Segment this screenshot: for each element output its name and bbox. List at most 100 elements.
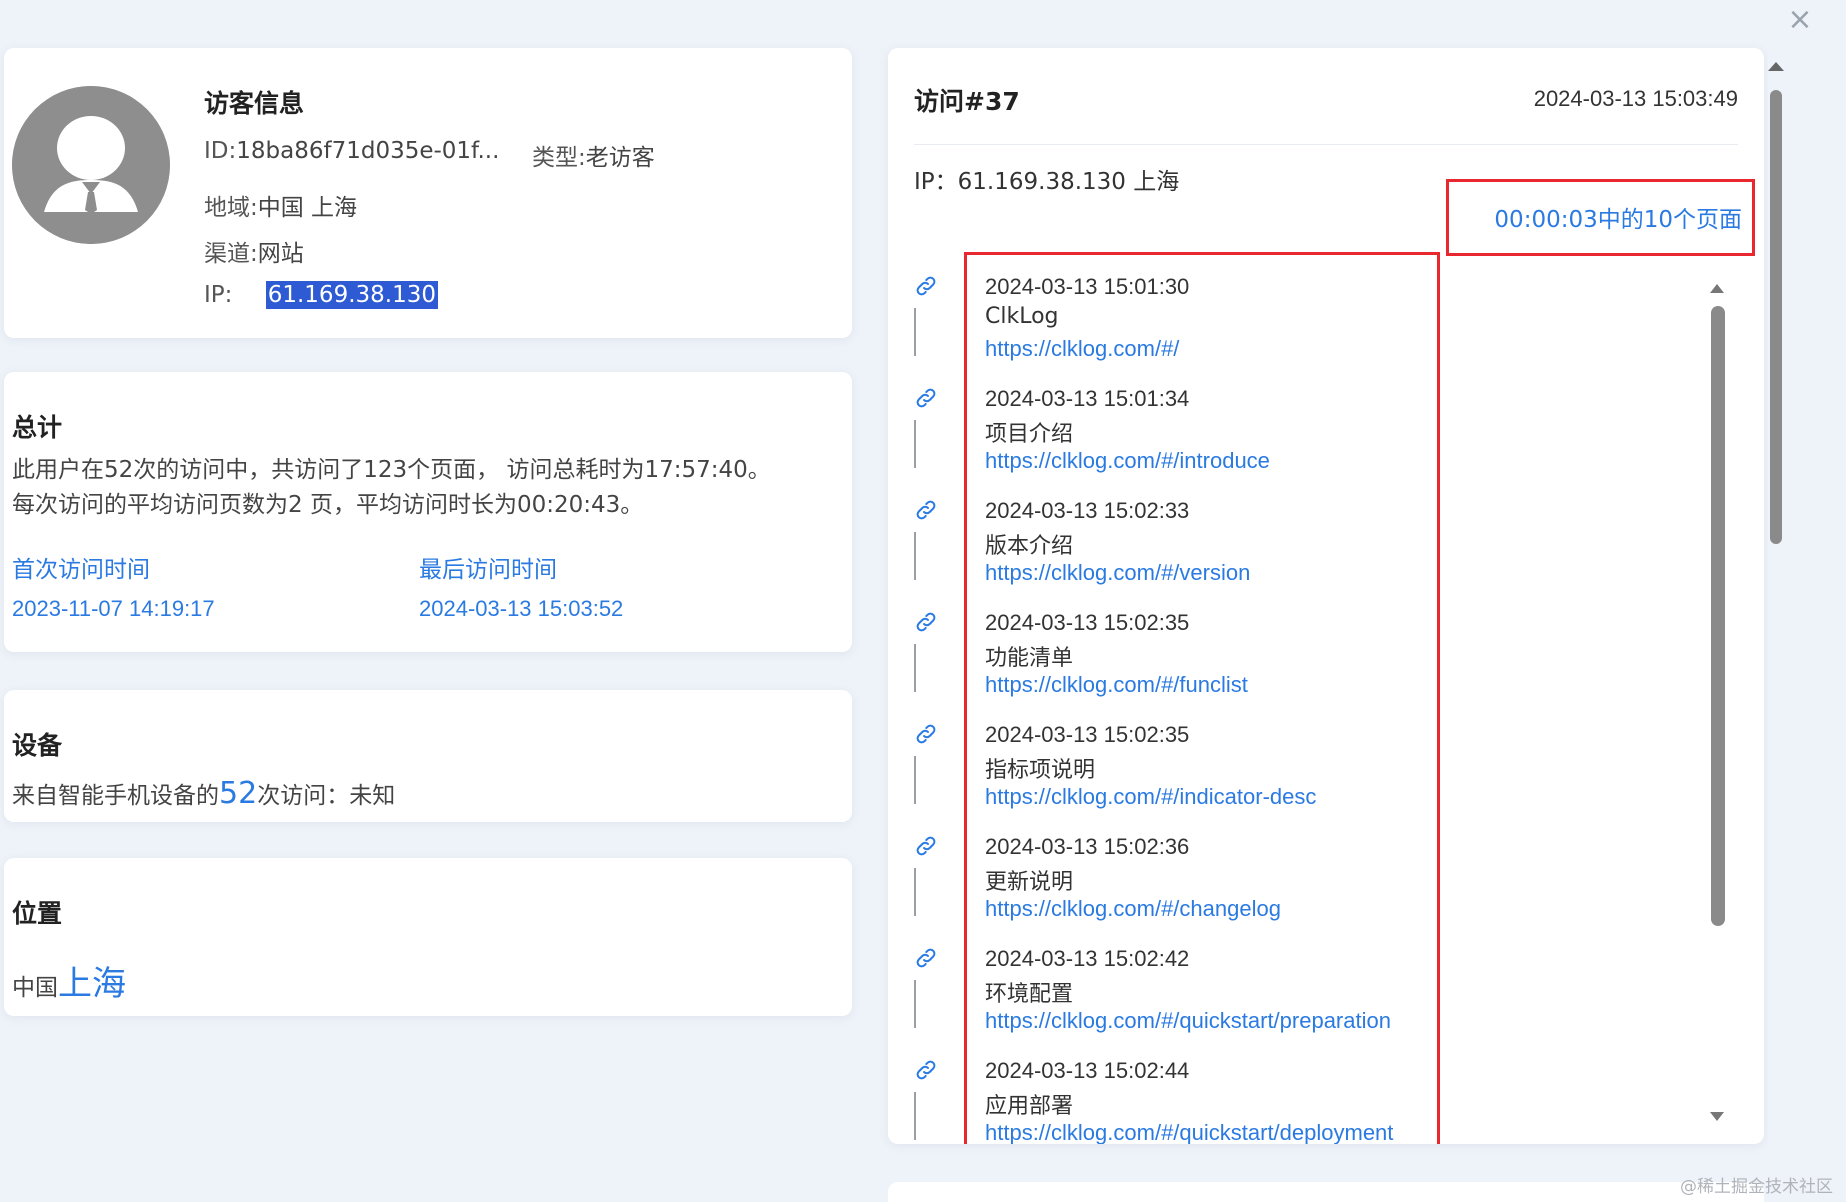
- location-city: 上海: [58, 964, 126, 1004]
- timeline-connector: [914, 532, 916, 580]
- visit-title: 访问#37: [914, 82, 1020, 118]
- last-visit-value: 2024-03-13 15:03:52: [419, 596, 623, 622]
- timeline-item: 2024-03-13 15:01:30 ClkLog https://clklog.…: [888, 260, 1588, 372]
- page-url-link[interactable]: https://clklog.com/#/changelog: [985, 896, 1281, 922]
- summary-title: 总计: [12, 408, 62, 444]
- visitor-detail-page: × 访客信息 ID:18ba86f71d035e-01f... 类型:老访客 地…: [0, 0, 1846, 1202]
- page-url-link[interactable]: https://clklog.com/#/funclist: [985, 672, 1248, 698]
- page-visit-time: 2024-03-13 15:02:42: [985, 946, 1189, 972]
- scroll-up-arrow-icon[interactable]: [1710, 284, 1724, 293]
- page-visit-time: 2024-03-13 15:02:35: [985, 722, 1189, 748]
- location-title: 位置: [12, 894, 62, 930]
- link-icon: [914, 386, 938, 410]
- page-visit-time: 2024-03-13 15:02:35: [985, 610, 1189, 636]
- page-title: 应用部署: [985, 1088, 1073, 1120]
- page-title: 版本介绍: [985, 528, 1073, 560]
- first-visit-label: 首次访问时间: [12, 550, 150, 584]
- page-url-link[interactable]: https://clklog.com/#/: [985, 336, 1179, 362]
- device-card: 设备 来自智能手机设备的52次访问：未知: [4, 690, 852, 822]
- page-title: ClkLog: [985, 304, 1059, 329]
- page-visit-time: 2024-03-13 15:01:30: [985, 274, 1189, 300]
- summary-line-2: 每次访问的平均访问页数为2 页，平均访问时长为00:20:43。: [12, 487, 643, 523]
- page-summary-link[interactable]: 00:00:03中的10个页面: [1494, 200, 1742, 234]
- page-scroll-up-icon[interactable]: [1768, 62, 1784, 71]
- region-label: 地域:: [204, 195, 258, 221]
- page-url-link[interactable]: https://clklog.com/#/quickstart/deployme…: [985, 1120, 1393, 1144]
- page-summary-highlight: 00:00:03中的10个页面: [1446, 179, 1755, 256]
- ip-value[interactable]: 61.169.38.130: [266, 281, 438, 309]
- user-avatar-icon: [12, 86, 170, 244]
- link-icon: [914, 274, 938, 298]
- visitor-channel-row: 渠道:网站: [204, 234, 304, 268]
- page-visit-time: 2024-03-13 15:02:36: [985, 834, 1189, 860]
- summary-card: 总计 此用户在52次的访问中，共访问了123个页面， 访问总耗时为17:57:4…: [4, 372, 852, 652]
- timeline-item: 2024-03-13 15:02:42 环境配置https://clklog.co…: [888, 932, 1588, 1044]
- timeline-item: 2024-03-13 15:02:35 指标项说明https://clklog.c…: [888, 708, 1588, 820]
- timeline-item: 2024-03-13 15:01:34 项目介绍https://clklog.co…: [888, 372, 1588, 484]
- summary-line-1: 此用户在52次的访问中，共访问了123个页面， 访问总耗时为17:57:40。: [12, 452, 771, 488]
- page-title: 指标项说明: [985, 752, 1095, 784]
- channel-value: 网站: [258, 241, 304, 267]
- visitor-info-card: 访客信息 ID:18ba86f71d035e-01f... 类型:老访客 地域:…: [4, 48, 852, 338]
- page-url-link[interactable]: https://clklog.com/#/indicator-desc: [985, 784, 1316, 810]
- last-visit-label: 最后访问时间: [419, 550, 557, 584]
- location-value: 中国上海: [12, 956, 126, 1005]
- timeline-item: 2024-03-13 15:02:33 版本介绍https://clklog.co…: [888, 484, 1588, 596]
- page-title: 环境配置: [985, 976, 1073, 1008]
- visitor-type-row: 类型:老访客: [532, 138, 655, 172]
- link-icon: [914, 610, 938, 634]
- timeline-connector: [914, 1092, 916, 1140]
- id-label: ID:: [204, 138, 236, 164]
- first-visit-value: 2023-11-07 14:19:17: [12, 596, 215, 622]
- scroll-down-arrow-icon[interactable]: [1710, 1112, 1724, 1121]
- visitor-region-row: 地域:中国 上海: [204, 188, 357, 222]
- region-value: 中国 上海: [258, 195, 357, 221]
- page-url-link[interactable]: https://clklog.com/#/version: [985, 560, 1250, 586]
- visitor-id-row: ID:18ba86f71d035e-01f...: [204, 138, 499, 164]
- timeline-item: 2024-03-13 15:02:44 应用部署https://clklog.co…: [888, 1044, 1588, 1144]
- ip-label: IP:: [204, 282, 232, 308]
- link-icon: [914, 834, 938, 858]
- timeline-connector: [914, 756, 916, 804]
- page-url-link[interactable]: https://clklog.com/#/quickstart/preparat…: [985, 1008, 1391, 1034]
- page-title: 项目介绍: [985, 416, 1073, 448]
- next-visit-card: [888, 1182, 1764, 1202]
- page-visit-time: 2024-03-13 15:02:33: [985, 498, 1189, 524]
- timeline-item: 2024-03-13 15:02:35 功能清单https://clklog.co…: [888, 596, 1588, 708]
- timeline-connector: [914, 868, 916, 916]
- device-title: 设备: [12, 726, 62, 762]
- watermark: @稀土掘金技术社区: [1680, 1172, 1833, 1197]
- device-visit-count: 52: [219, 776, 257, 811]
- page-title: 更新说明: [985, 864, 1073, 896]
- link-icon: [914, 722, 938, 746]
- device-summary: 来自智能手机设备的52次访问：未知: [12, 776, 395, 811]
- channel-label: 渠道:: [204, 241, 258, 267]
- link-icon: [914, 1058, 938, 1082]
- location-card: 位置 中国上海: [4, 858, 852, 1016]
- timeline-scrollbar-thumb[interactable]: [1711, 306, 1725, 926]
- page-url-link[interactable]: https://clklog.com/#/introduce: [985, 448, 1270, 474]
- visit-time: 2024-03-13 15:03:49: [1534, 86, 1738, 112]
- device-text-suffix: 次访问：未知: [257, 783, 395, 809]
- visitor-ip-row: IP: 61.169.38.130: [204, 282, 438, 308]
- timeline-connector: [914, 980, 916, 1028]
- id-value: 18ba86f71d035e-01f...: [236, 138, 499, 164]
- page-visit-time: 2024-03-13 15:01:34: [985, 386, 1189, 412]
- close-icon[interactable]: ×: [1786, 6, 1814, 34]
- visit-detail-card: 访问#37 2024-03-13 15:03:49 IP：61.169.38.1…: [888, 48, 1764, 1144]
- type-label: 类型:: [532, 145, 586, 171]
- timeline-connector: [914, 308, 916, 356]
- timeline-connector: [914, 420, 916, 468]
- timeline-item: 2024-03-13 15:02:36 更新说明https://clklog.co…: [888, 820, 1588, 932]
- timeline-connector: [914, 644, 916, 692]
- link-icon: [914, 946, 938, 970]
- page-scrollbar-thumb[interactable]: [1770, 90, 1782, 544]
- visit-ip: IP：61.169.38.130 上海: [914, 162, 1179, 196]
- divider: [914, 144, 1738, 145]
- link-icon: [914, 498, 938, 522]
- page-title: 功能清单: [985, 640, 1073, 672]
- type-value: 老访客: [586, 145, 655, 171]
- page-visit-time: 2024-03-13 15:02:44: [985, 1058, 1189, 1084]
- visitor-info-title: 访客信息: [204, 84, 304, 120]
- location-country: 中国: [12, 975, 58, 1001]
